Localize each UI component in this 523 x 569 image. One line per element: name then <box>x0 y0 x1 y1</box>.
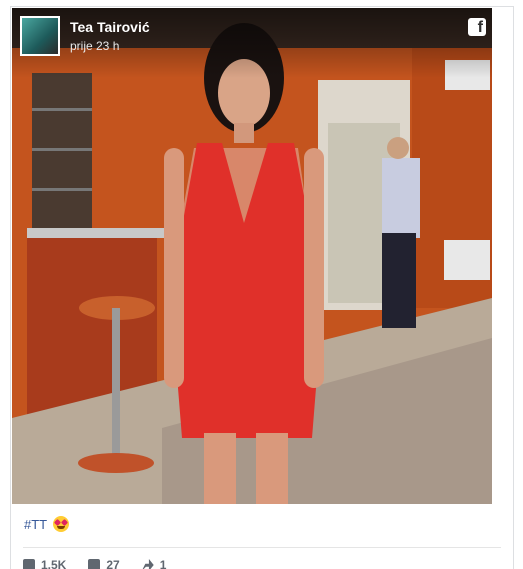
facebook-icon[interactable]: f <box>468 18 486 36</box>
hashtag-link[interactable]: #TT <box>24 517 47 532</box>
comment-count[interactable]: 27 <box>88 558 120 569</box>
post-caption: #TT <box>24 516 70 532</box>
photo-scene <box>12 8 492 504</box>
like-count-label: 1,5K <box>41 558 67 569</box>
divider <box>23 547 501 548</box>
engagement-stats: 1,5K 27 1 <box>23 558 166 569</box>
comment-count-label: 27 <box>106 558 120 569</box>
author-avatar[interactable] <box>20 16 60 56</box>
post-photo[interactable]: Tea Tairović prije 23 h f <box>12 8 492 504</box>
share-count-label: 1 <box>159 558 167 569</box>
share-count[interactable]: 1 <box>141 558 167 569</box>
like-count[interactable]: 1,5K <box>23 558 66 569</box>
post-timestamp[interactable]: prije 23 h <box>70 39 119 53</box>
heart-eyes-emoji-icon <box>53 516 70 532</box>
post-card: Tea Tairović prije 23 h f #TT 1,5K 27 1 <box>10 6 514 569</box>
author-name[interactable]: Tea Tairović <box>70 19 150 35</box>
